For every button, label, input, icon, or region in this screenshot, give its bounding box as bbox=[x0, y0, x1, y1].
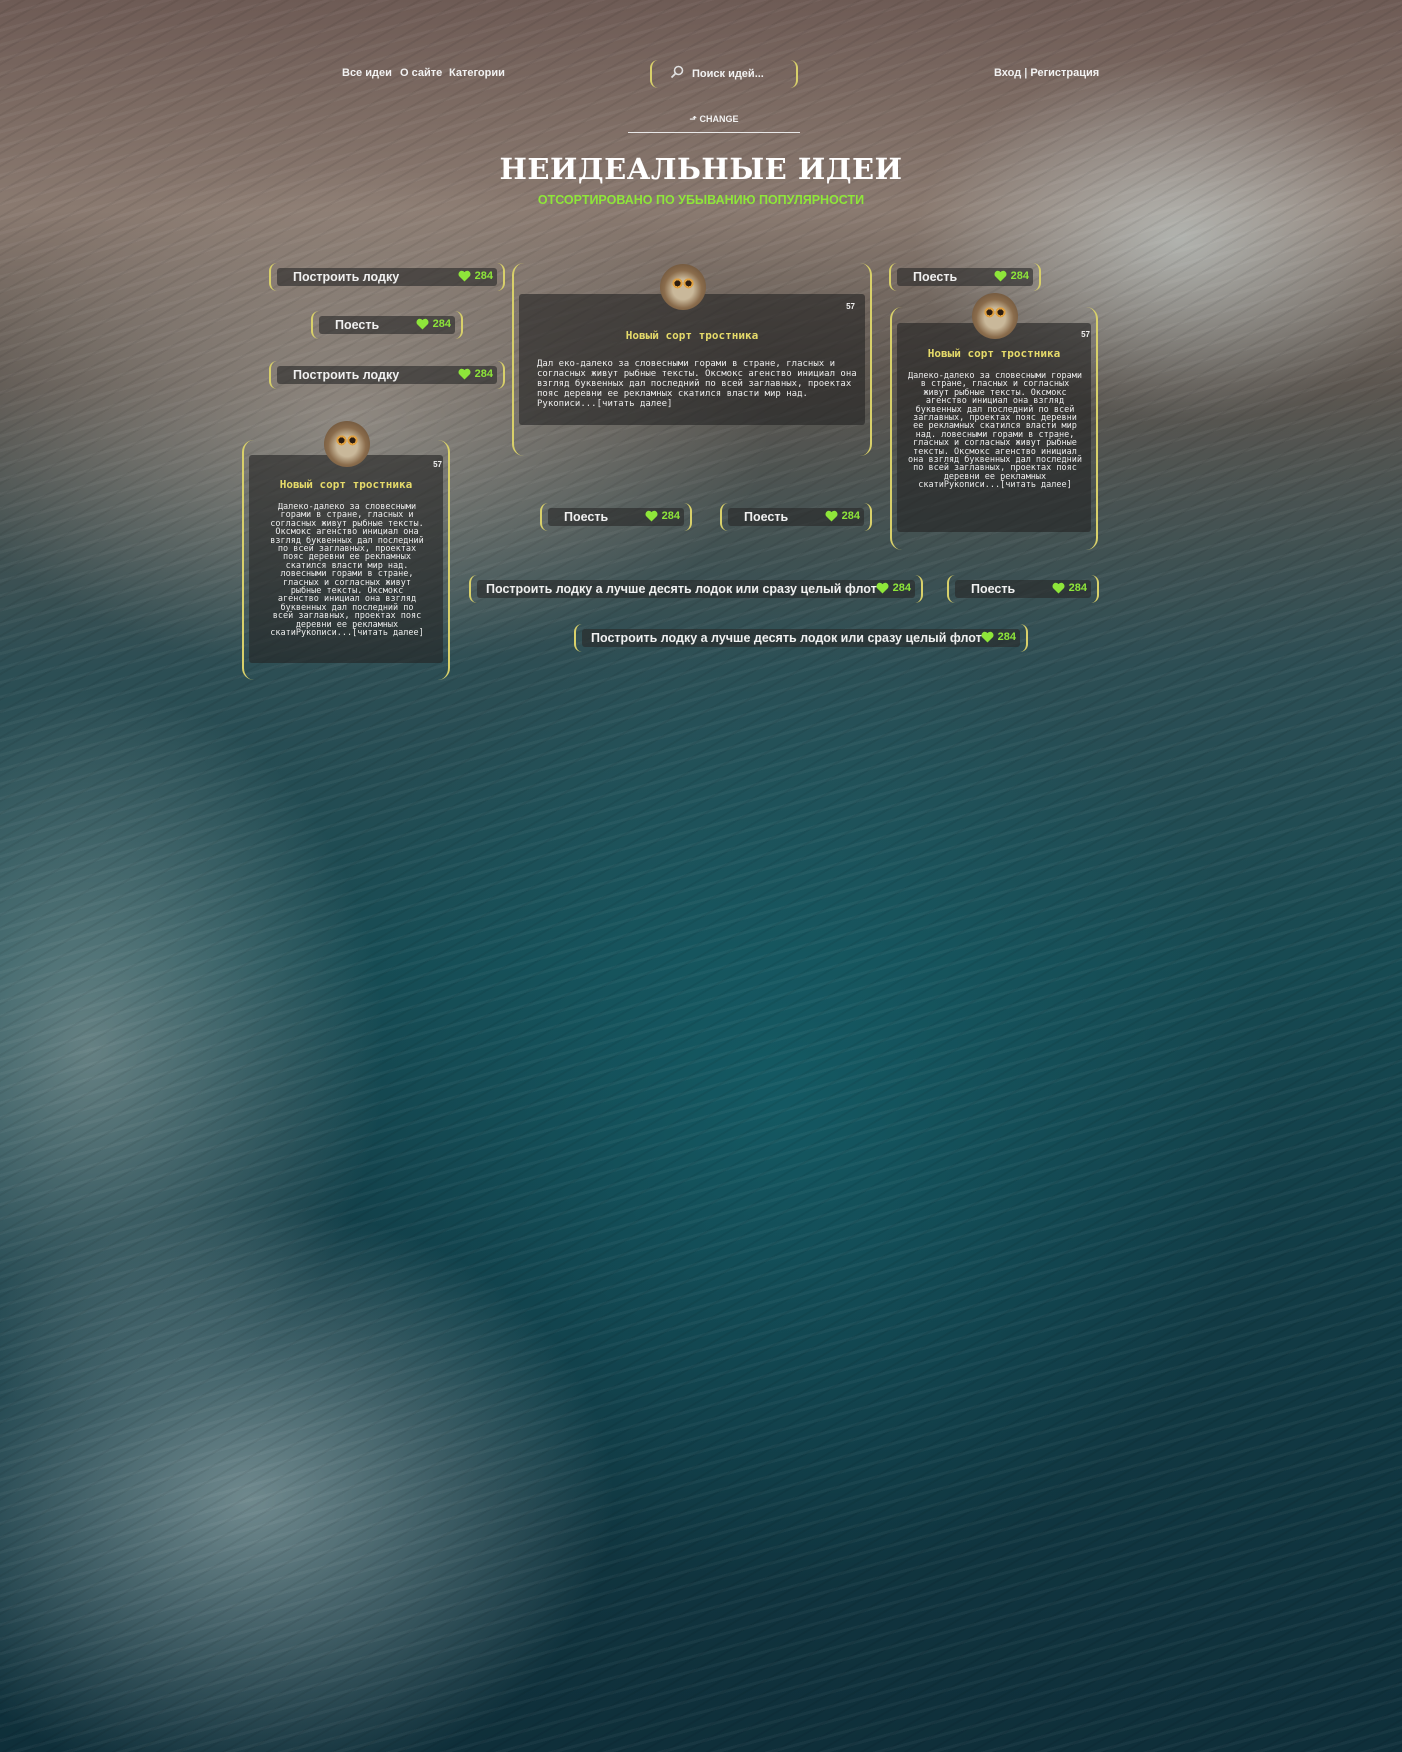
heart-icon bbox=[458, 270, 471, 282]
idea-card[interactable]: 57 Новый сорт тростника Далеко-далеко за… bbox=[242, 421, 450, 680]
heart-icon bbox=[981, 631, 994, 643]
card-number: 57 bbox=[846, 302, 855, 311]
idea-pill[interactable]: Построить лодку 284 bbox=[269, 263, 505, 291]
card-number: 57 bbox=[433, 460, 442, 469]
heart-icon bbox=[416, 318, 429, 330]
search-icon bbox=[670, 65, 684, 84]
change-button[interactable]: ⬏ CHANGE bbox=[628, 114, 800, 133]
like-counter[interactable]: 284 bbox=[645, 510, 680, 522]
owl-avatar bbox=[324, 421, 370, 467]
like-count: 284 bbox=[474, 270, 493, 282]
idea-title: Поесть bbox=[913, 270, 958, 284]
like-counter[interactable]: 284 bbox=[825, 510, 860, 522]
card-title: Новый сорт тростника bbox=[927, 347, 1061, 360]
nav-categories[interactable]: Категории bbox=[449, 67, 505, 79]
owl-avatar bbox=[972, 293, 1018, 339]
card-text: Далеко-далеко за словесными горами в стр… bbox=[908, 372, 1082, 491]
like-count: 284 bbox=[892, 582, 911, 594]
idea-pill[interactable]: Поесть 284 bbox=[540, 503, 692, 531]
like-counter[interactable]: 284 bbox=[458, 368, 493, 380]
idea-title: Построить лодку bbox=[293, 270, 400, 284]
like-count: 284 bbox=[474, 368, 493, 380]
page-subtitle: ОТСОРТИРОВАНО ПО УБЫВАНИЮ ПОПУЛЯРНОСТИ bbox=[537, 193, 865, 207]
nav-all-ideas[interactable]: Все идеи bbox=[342, 67, 392, 79]
nav-about[interactable]: О сайте bbox=[400, 67, 442, 79]
idea-title: Построить лодку bbox=[293, 368, 400, 382]
swap-icon: ⬏ bbox=[689, 114, 697, 124]
idea-pill[interactable]: Построить лодку 284 bbox=[269, 361, 505, 389]
auth-links: Вход | Регистрация bbox=[994, 67, 1099, 79]
card-title: Новый сорт тростника bbox=[279, 478, 413, 491]
heart-icon bbox=[458, 368, 471, 380]
heart-icon bbox=[876, 582, 889, 594]
search-input[interactable] bbox=[690, 67, 794, 81]
like-counter[interactable]: 284 bbox=[416, 318, 451, 330]
idea-pill[interactable]: Поесть 284 bbox=[720, 503, 872, 531]
owl-avatar bbox=[660, 264, 706, 310]
like-counter[interactable]: 284 bbox=[1052, 582, 1087, 594]
idea-card[interactable]: 57 Новый сорт тростника Далеко-далеко за… bbox=[890, 293, 1098, 550]
heart-icon bbox=[994, 270, 1007, 282]
idea-title: Построить лодку а лучше десять лодок или… bbox=[486, 582, 877, 596]
like-count: 284 bbox=[1068, 582, 1087, 594]
idea-title: Поесть bbox=[971, 582, 1016, 596]
like-count: 284 bbox=[661, 510, 680, 522]
change-label: CHANGE bbox=[699, 114, 739, 124]
idea-pill[interactable]: Построить лодку а лучше десять лодок или… bbox=[469, 575, 923, 603]
idea-pill[interactable]: Поесть 284 bbox=[889, 263, 1041, 291]
idea-pill[interactable]: Построить лодку а лучше десять лодок или… bbox=[574, 624, 1028, 652]
idea-title: Построить лодку а лучше десять лодок или… bbox=[591, 631, 982, 645]
like-counter[interactable]: 284 bbox=[994, 270, 1029, 282]
card-title: Новый сорт тростника bbox=[625, 329, 759, 342]
idea-pill[interactable]: Поесть 284 bbox=[311, 311, 463, 339]
heart-icon bbox=[645, 510, 658, 522]
heart-icon bbox=[825, 510, 838, 522]
card-number: 57 bbox=[1081, 330, 1090, 339]
idea-pill[interactable]: Поесть 284 bbox=[947, 575, 1099, 603]
idea-title: Поесть bbox=[335, 318, 380, 332]
register-link[interactable]: Регистрация bbox=[1030, 67, 1099, 79]
search-box[interactable] bbox=[650, 60, 798, 88]
idea-card[interactable]: 57 Новый сорт тростника Дал еко-далеко з… bbox=[512, 263, 872, 456]
card-text: Далеко-далеко за словесными горами в стр… bbox=[270, 503, 424, 639]
like-count: 284 bbox=[1010, 270, 1029, 282]
idea-title: Поесть bbox=[564, 510, 609, 524]
idea-title: Поесть bbox=[744, 510, 789, 524]
like-count: 284 bbox=[841, 510, 860, 522]
like-count: 284 bbox=[432, 318, 451, 330]
like-counter[interactable]: 284 bbox=[876, 582, 911, 594]
auth-separator: | bbox=[1024, 67, 1028, 79]
heart-icon bbox=[1052, 582, 1065, 594]
login-link[interactable]: Вход bbox=[994, 67, 1021, 79]
like-counter[interactable]: 284 bbox=[981, 631, 1016, 643]
page-title: НЕИДЕАЛЬНЫЕ ИДЕИ bbox=[499, 152, 903, 186]
like-counter[interactable]: 284 bbox=[458, 270, 493, 282]
like-count: 284 bbox=[997, 631, 1016, 643]
card-text: Дал еко-далеко за словесными горами в ст… bbox=[537, 359, 857, 409]
